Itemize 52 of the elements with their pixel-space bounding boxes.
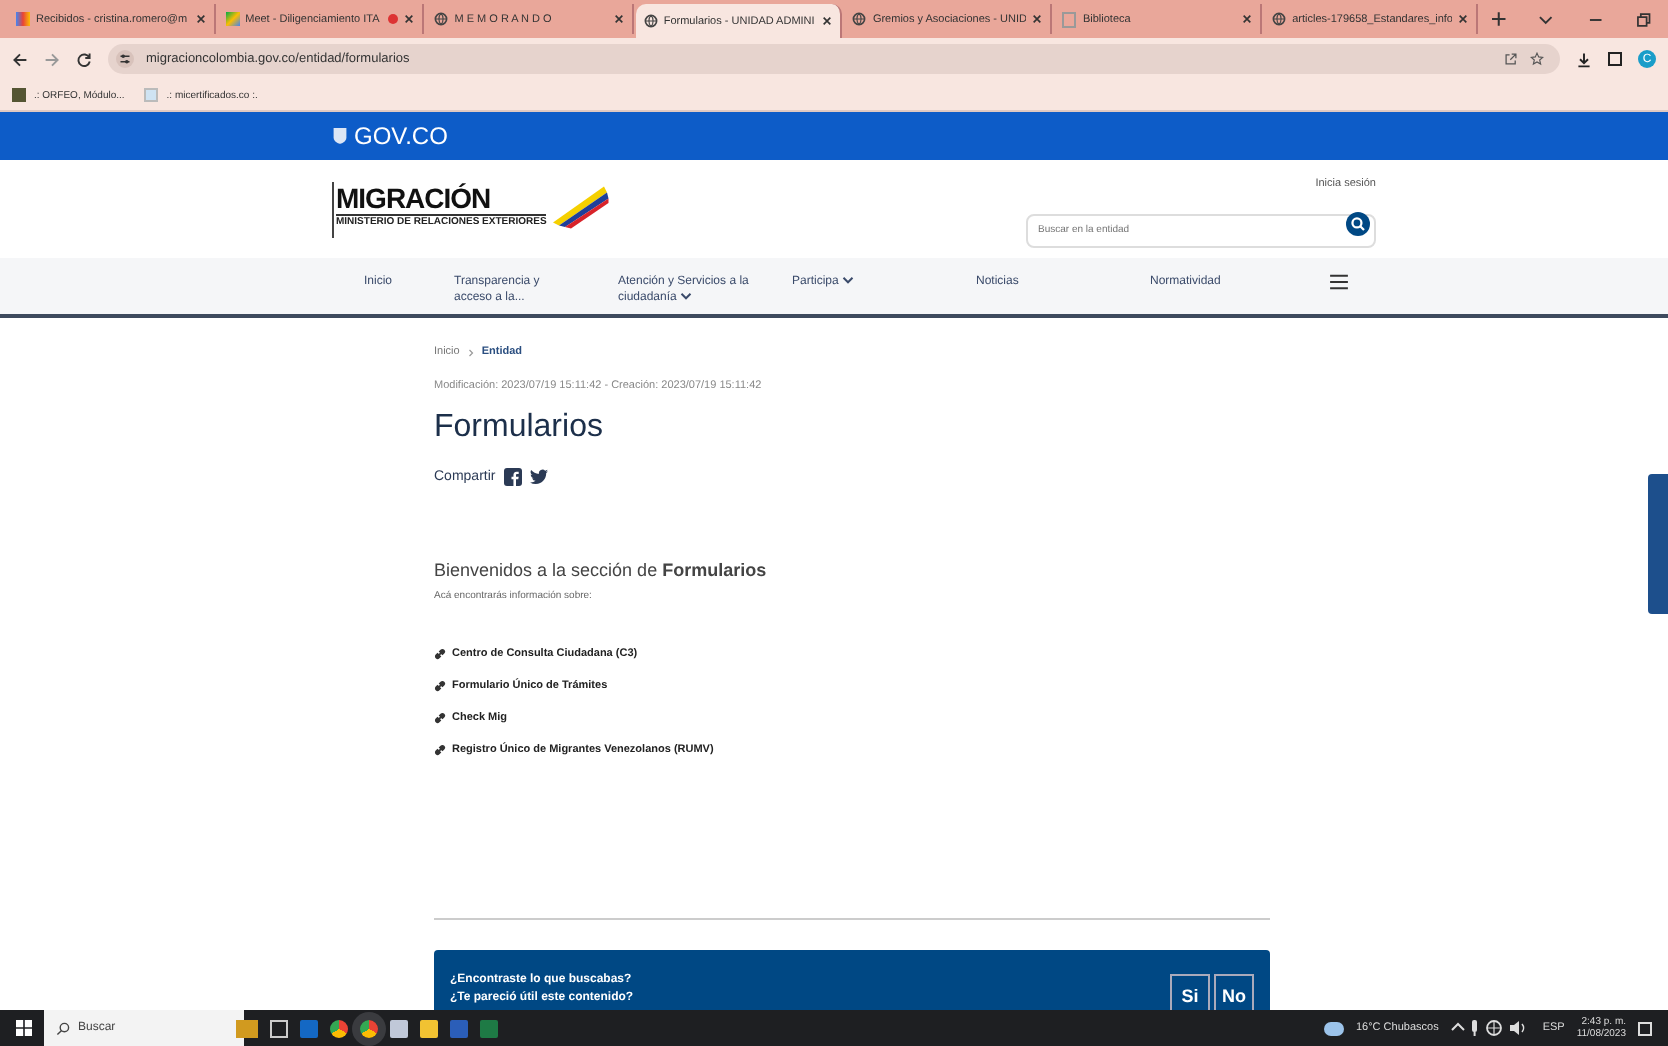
link-icon: [434, 680, 446, 692]
chevron-down-icon[interactable]: [1537, 11, 1554, 27]
bookmark-icon: [12, 88, 26, 102]
word-icon[interactable]: [450, 1019, 468, 1037]
link-icon: [434, 712, 446, 724]
section-heading: Bienvenidos a la sección de Formularios: [434, 560, 769, 580]
search-icon[interactable]: [1346, 211, 1370, 235]
page-title: Formularios: [434, 410, 605, 446]
notification-icon[interactable]: [1638, 1021, 1652, 1035]
chevron-right-icon: [467, 347, 474, 357]
link-icon: [434, 744, 446, 756]
globe-icon: [1272, 12, 1287, 26]
close-icon[interactable]: [613, 14, 624, 24]
close-icon[interactable]: [1458, 14, 1469, 24]
back-arrow-icon[interactable]: [12, 51, 28, 67]
weather-icon[interactable]: [1323, 1021, 1344, 1035]
close-icon[interactable]: [404, 14, 415, 24]
chevron-down-icon[interactable]: [842, 276, 855, 284]
menu-icon[interactable]: [1330, 274, 1348, 290]
mail-icon: [16, 12, 30, 26]
video-camera-icon: [225, 12, 240, 26]
restore-icon[interactable]: [1636, 11, 1652, 27]
excel-icon[interactable]: [480, 1019, 498, 1037]
star-icon[interactable]: [1530, 52, 1544, 66]
chevron-down-icon[interactable]: [680, 292, 693, 300]
link-icon: [434, 648, 446, 660]
bookmark-icon: [144, 88, 159, 102]
task-view-icon[interactable]: [270, 1019, 288, 1037]
close-icon[interactable]: [1242, 14, 1253, 24]
close-icon[interactable]: [195, 14, 206, 24]
shield-icon: [332, 126, 348, 146]
bird-icon[interactable]: [529, 468, 548, 486]
close-icon[interactable]: [1032, 14, 1043, 24]
close-icon[interactable]: [822, 16, 833, 26]
folder-icon[interactable]: [420, 1019, 438, 1037]
paint-icon[interactable]: [390, 1019, 408, 1037]
plus-icon[interactable]: [1492, 12, 1506, 26]
search-icon: [56, 1021, 70, 1035]
sliders-icon[interactable]: [116, 50, 134, 68]
windows-icon[interactable]: [16, 1020, 32, 1036]
globe-icon: [434, 12, 449, 26]
gov-logo-text[interactable]: GOV.CO: [354, 122, 448, 150]
share-icon[interactable]: [1504, 52, 1518, 66]
globe-icon: [852, 12, 867, 26]
download-icon[interactable]: [1576, 51, 1592, 67]
briefcase-icon[interactable]: [236, 1019, 258, 1037]
reload-icon[interactable]: [76, 51, 92, 67]
page-icon: [1062, 11, 1077, 27]
facebook-icon[interactable]: [503, 468, 522, 486]
globe-icon: [643, 14, 658, 28]
side-panel-icon[interactable]: [1608, 52, 1622, 66]
outlook-icon[interactable]: [300, 1019, 318, 1037]
